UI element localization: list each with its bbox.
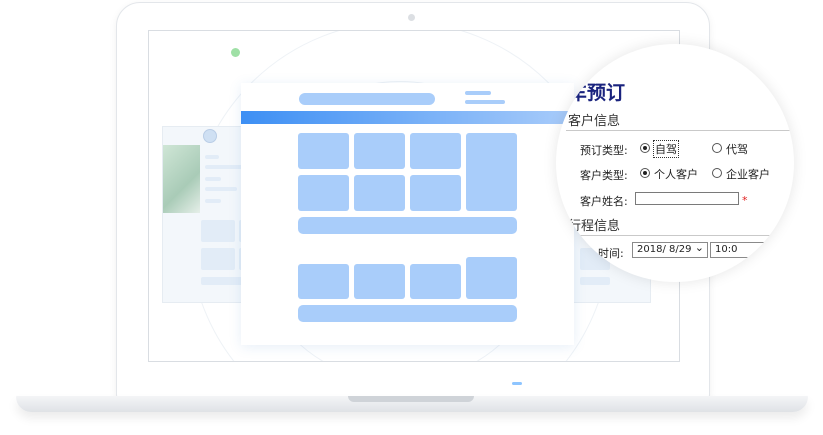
date-value: 2018/ 8/29 — [637, 244, 692, 255]
avatar-icon — [203, 129, 217, 143]
radio-self-drive[interactable] — [640, 143, 650, 153]
text-placeholder — [205, 165, 245, 169]
customer-name-input[interactable] — [635, 192, 739, 205]
tall-tile-placeholder — [466, 133, 517, 211]
radio-company-customer[interactable] — [712, 168, 722, 178]
tile-placeholder — [410, 133, 461, 169]
header-bar — [241, 111, 574, 124]
tile-placeholder — [201, 248, 235, 270]
date-picker[interactable]: 2018/ 8/29 ⌄ — [632, 241, 708, 258]
required-marker: * — [742, 194, 748, 207]
tile-placeholder — [298, 133, 349, 169]
radio-self-drive-label[interactable]: 自驾 — [653, 140, 679, 158]
section-divider — [566, 235, 794, 236]
bar-placeholder — [298, 305, 517, 322]
customer-type-label: 客户类型: — [580, 169, 628, 182]
radio-chauffeur-label[interactable]: 代驾 — [726, 141, 748, 157]
zoom-magnifier: 车预订 客户信息 预订类型: 自驾 代驾 客户类型: 个人客户 企业客户 客户姓… — [556, 44, 794, 282]
radio-chauffeur[interactable] — [712, 143, 722, 153]
section-trip-heading: 行程信息 — [568, 219, 621, 234]
tile-placeholder — [410, 175, 461, 211]
time-label: 时间: — [598, 247, 624, 260]
tile-placeholder — [354, 264, 405, 299]
radio-personal-customer-label[interactable]: 个人客户 — [654, 166, 698, 182]
text-placeholder — [205, 187, 237, 191]
menu-line-placeholder — [465, 91, 491, 95]
green-dot-icon — [231, 48, 240, 57]
page-title: 车预订 — [568, 82, 626, 104]
radio-personal-customer[interactable] — [640, 168, 650, 178]
search-bar-placeholder — [299, 93, 435, 105]
text-placeholder — [205, 155, 219, 159]
text-placeholder — [205, 177, 221, 181]
customer-name-label: 客户姓名: — [580, 195, 628, 208]
tall-tile-placeholder — [466, 257, 517, 299]
landscape-image — [163, 145, 200, 213]
radio-company-customer-label[interactable]: 企业客户 — [726, 166, 770, 182]
menu-line-placeholder — [465, 100, 505, 104]
booking-type-label: 预订类型: — [580, 144, 628, 157]
chevron-down-icon: ⌄ — [694, 241, 704, 254]
camera-icon — [408, 14, 415, 21]
section-divider — [566, 130, 794, 131]
laptop-base-notch — [348, 396, 474, 402]
text-placeholder — [205, 199, 221, 203]
mock-page-card — [241, 83, 574, 345]
tile-placeholder — [354, 175, 405, 211]
tile-placeholder — [201, 220, 235, 242]
section-customer-heading: 客户信息 — [568, 114, 621, 129]
tile-placeholder — [298, 264, 349, 299]
power-indicator — [512, 382, 522, 385]
bar-placeholder — [298, 217, 517, 234]
tile-placeholder — [410, 264, 461, 299]
time-input[interactable]: 10:0 — [710, 242, 770, 258]
tile-placeholder — [354, 133, 405, 169]
tile-placeholder — [298, 175, 349, 211]
